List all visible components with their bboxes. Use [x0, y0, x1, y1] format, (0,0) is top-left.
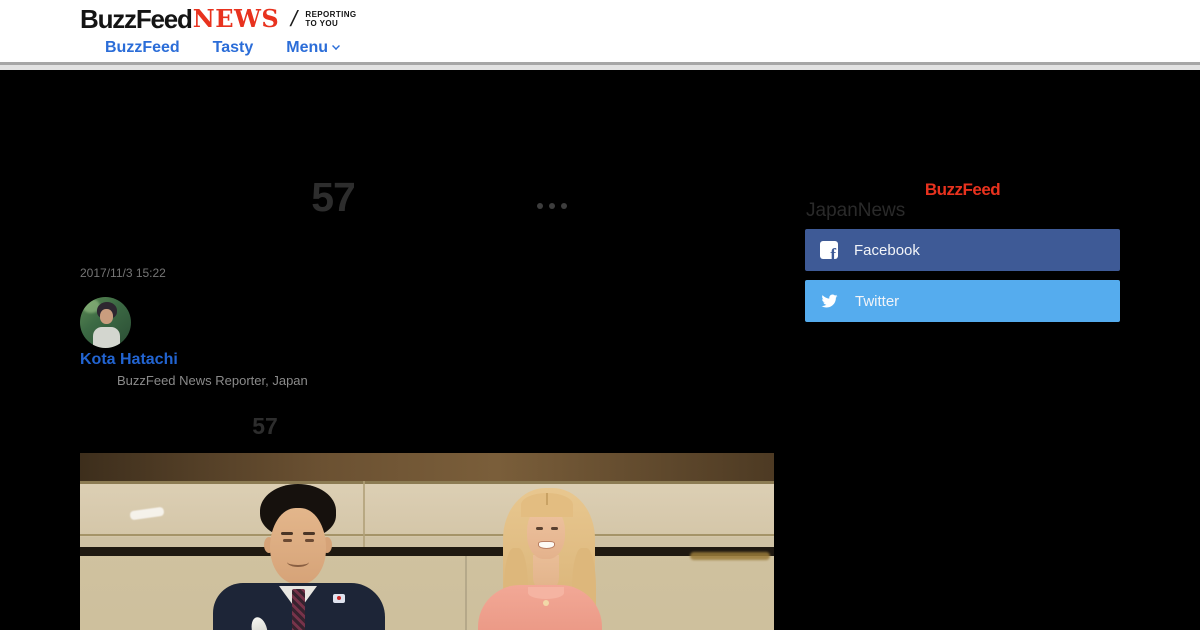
abe-eye: [305, 539, 314, 542]
site-header: BuzzFeed NEWS / REPORTING TO YOU BuzzFee…: [0, 0, 1200, 65]
abe-eyebrow: [303, 532, 315, 535]
primary-nav: BuzzFeed Tasty Menu: [105, 39, 341, 57]
nav-link-menu[interactable]: Menu: [286, 39, 341, 57]
twitter-share-label: Twitter: [855, 292, 900, 310]
article-photo-abe-ivanka: [80, 453, 774, 630]
article-timestamp: 2017/11/3 15:22: [80, 266, 166, 280]
share-count-large: 57: [311, 174, 356, 220]
ellipsis-dot-icon: [537, 203, 543, 209]
logo-buzzfeed-text: BuzzFeed: [80, 4, 193, 34]
photo-wall-molding: [80, 481, 774, 537]
abe-lapel-pin: [333, 594, 345, 603]
logo-tagline-line1: REPORTING: [305, 10, 357, 19]
abe-eye: [283, 539, 292, 542]
photo-wall-vertical-seam: [363, 481, 365, 547]
photo-wall-top-band: [80, 453, 774, 481]
logo-tagline: REPORTING TO YOU: [305, 7, 356, 28]
nav-link-buzzfeed[interactable]: BuzzFeed: [105, 39, 180, 57]
author-avatar[interactable]: [80, 297, 131, 348]
facebook-share-label: Facebook: [854, 241, 920, 259]
abe-face: [270, 508, 326, 584]
avatar-face: [100, 309, 113, 324]
chevron-down-icon: [332, 42, 341, 50]
photo-wall-shadow-band: [80, 537, 774, 547]
logo-tagline-line2: TO YOU: [305, 19, 339, 28]
share-count-inline: 57: [252, 413, 278, 439]
more-options-button[interactable]: [537, 203, 567, 209]
sidebar-buzzfeed-logo[interactable]: BuzzFeed: [805, 180, 1120, 200]
ivanka-eye: [536, 527, 543, 530]
author-name-link[interactable]: Kota Hatachi: [80, 351, 178, 369]
photo-wall-seam: [80, 534, 774, 536]
abe-tie: [292, 589, 305, 630]
ivanka-smile: [538, 541, 555, 549]
twitter-icon: [821, 294, 838, 308]
logo-news-text: NEWS: [192, 4, 280, 33]
facebook-icon: f: [820, 241, 838, 259]
abe-eyebrow: [281, 532, 293, 535]
nav-link-tasty-label: Tasty: [212, 39, 254, 56]
nav-link-tasty[interactable]: Tasty: [213, 39, 254, 57]
ellipsis-dot-icon: [549, 203, 555, 209]
photo-wall-smudge: [690, 552, 770, 560]
logo-slash: /: [288, 6, 301, 31]
ivanka-dress-collar: [528, 587, 564, 599]
nav-link-buzzfeed-label: BuzzFeed: [105, 39, 180, 56]
nav-link-menu-label: Menu: [286, 39, 329, 56]
facebook-icon-glyph: f: [830, 245, 836, 259]
buzzfeed-news-logo[interactable]: BuzzFeed NEWS / REPORTING TO YOU: [80, 4, 357, 34]
abe-smile: [287, 557, 309, 567]
photo-wall-dark-stripe: [80, 547, 774, 556]
avatar-shirt: [93, 327, 120, 348]
ivanka-dress-button: [543, 600, 549, 606]
photo-wall-vertical-seam: [465, 556, 467, 630]
sidebar-edition-label[interactable]: JapanNews: [806, 200, 905, 222]
ivanka-eye: [551, 527, 558, 530]
twitter-share-button[interactable]: Twitter: [805, 280, 1120, 322]
ivanka-hair-part: [546, 493, 548, 505]
author-title: BuzzFeed News Reporter, Japan: [117, 373, 308, 388]
ellipsis-dot-icon: [561, 203, 567, 209]
facebook-share-button[interactable]: f Facebook: [805, 229, 1120, 271]
